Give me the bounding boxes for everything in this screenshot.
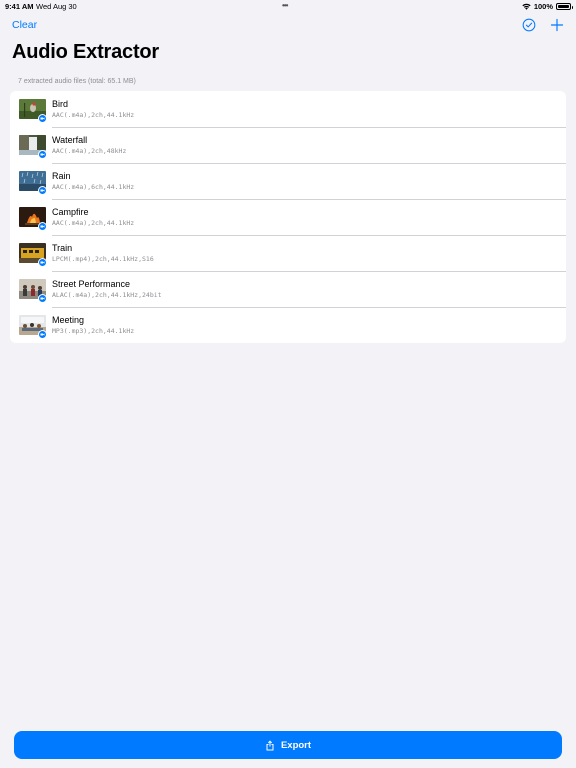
battery-icon: [556, 3, 573, 10]
list-item[interactable]: Street Performance ALAC(.m4a),2ch,44.1kH…: [10, 271, 566, 307]
list-item[interactable]: Train LPCM(.mp4),2ch,44.1kHz,S16: [10, 235, 566, 271]
list-item[interactable]: Waterfall AAC(.m4a),2ch,48kHz: [10, 127, 566, 163]
file-name: Campfire: [52, 207, 89, 217]
status-time: 9:41 AM: [5, 2, 34, 11]
thumbnail: [19, 135, 47, 159]
file-format: AAC(.m4a),2ch,48kHz: [52, 147, 127, 155]
file-format: AAC(.m4a),2ch,44.1kHz: [52, 111, 135, 119]
file-name: Street Performance: [52, 279, 131, 289]
list-item[interactable]: Meeting MP3(.mp3),2ch,44.1kHz: [10, 307, 566, 343]
file-format: MP3(.mp3),2ch,44.1kHz: [52, 327, 135, 335]
battery-percent: 100%: [533, 2, 553, 11]
file-name: Meeting: [52, 315, 85, 325]
app-screen: 9:41 AM Wed Aug 30 ••• 100% Clear Audio …: [0, 0, 576, 768]
file-format: AAC(.m4a),6ch,44.1kHz: [52, 183, 135, 191]
video-source-badge-icon: [38, 258, 47, 267]
section-header: 7 extracted audio files (total: 65.1 MB): [18, 78, 136, 85]
file-format: AAC(.m4a),2ch,44.1kHz: [52, 219, 135, 227]
plus-icon[interactable]: [550, 18, 564, 32]
thumbnail: [19, 171, 47, 195]
export-button[interactable]: Export: [14, 731, 562, 759]
status-right: 100%: [522, 2, 573, 11]
thumbnail: [19, 207, 47, 231]
clear-button[interactable]: Clear: [12, 19, 37, 31]
page-title: Audio Extractor: [12, 41, 160, 63]
file-name: Waterfall: [52, 135, 88, 145]
thumbnail: [19, 315, 47, 339]
status-date: Wed Aug 30: [36, 2, 77, 11]
file-name: Bird: [52, 99, 69, 109]
video-source-badge-icon: [38, 330, 47, 339]
video-source-badge-icon: [38, 222, 47, 231]
thumbnail: [19, 243, 47, 267]
status-bar: 9:41 AM Wed Aug 30 ••• 100%: [0, 0, 576, 12]
file-name: Rain: [52, 171, 71, 181]
audio-file-list: Bird AAC(.m4a),2ch,44.1kHz Waterfall AAC…: [10, 91, 566, 343]
file-format: ALAC(.m4a),2ch,44.1kHz,24bit: [52, 291, 162, 299]
checkmark-circle-icon[interactable]: [522, 18, 536, 32]
list-item[interactable]: Bird AAC(.m4a),2ch,44.1kHz: [10, 91, 566, 127]
multitasking-dots-icon[interactable]: •••: [282, 1, 288, 10]
wifi-icon: [522, 3, 531, 10]
list-item[interactable]: Rain AAC(.m4a),6ch,44.1kHz: [10, 163, 566, 199]
video-source-badge-icon: [38, 150, 47, 159]
file-format: LPCM(.mp4),2ch,44.1kHz,S16: [52, 255, 154, 263]
file-name: Train: [52, 243, 73, 253]
nav-actions: [522, 18, 564, 32]
video-source-badge-icon: [38, 186, 47, 195]
thumbnail: [19, 99, 47, 123]
video-source-badge-icon: [38, 294, 47, 303]
video-source-badge-icon: [38, 114, 47, 123]
export-label: Export: [280, 739, 312, 751]
share-icon: [266, 740, 274, 750]
thumbnail: [19, 279, 47, 303]
list-item[interactable]: Campfire AAC(.m4a),2ch,44.1kHz: [10, 199, 566, 235]
